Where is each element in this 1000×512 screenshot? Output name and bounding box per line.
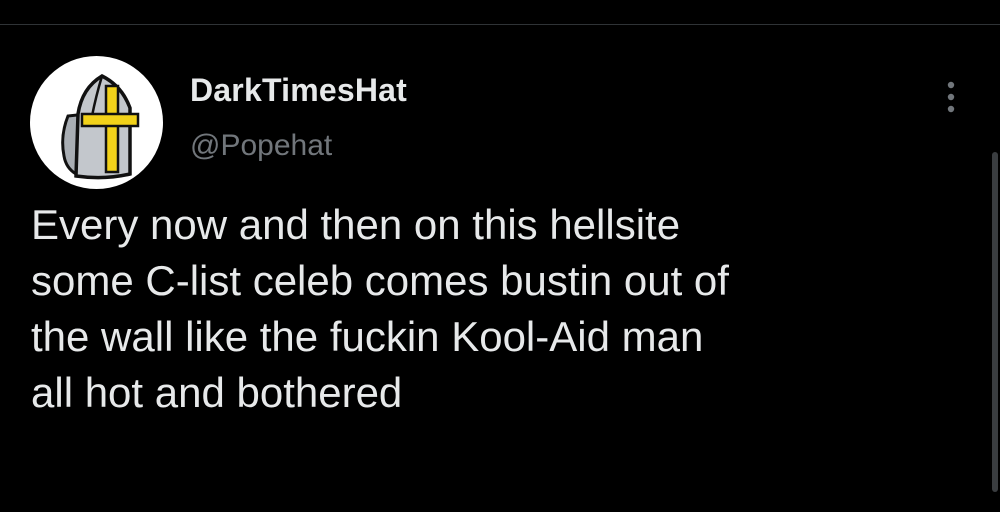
mitre-cross-icon [61,74,140,180]
tweet-text: Every now and then on this hellsite some… [31,201,729,416]
author-handle[interactable]: @Popehat [190,129,332,163]
more-vertical-icon [947,81,955,113]
tweet[interactable]: DarkTimesHat @Popehat Every now and then… [0,25,1000,512]
more-options-button[interactable] [934,77,968,117]
avatar[interactable] [30,56,163,189]
scrollbar-thumb[interactable] [992,152,998,492]
scrollbar[interactable] [990,152,1000,492]
author-display-name[interactable]: DarkTimesHat [190,72,407,109]
